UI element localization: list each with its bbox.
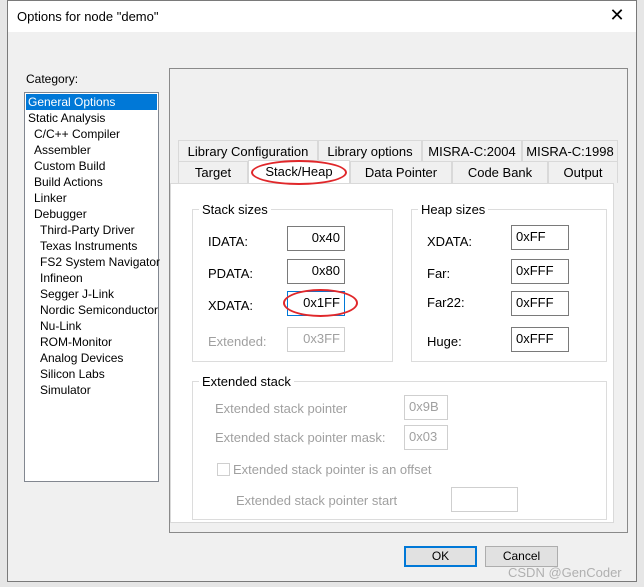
- stack-idata-label: IDATA:: [208, 234, 248, 249]
- category-item[interactable]: Texas Instruments: [26, 238, 157, 254]
- heap-far22-input[interactable]: 0xFFF: [511, 291, 569, 316]
- category-item[interactable]: Segger J-Link: [26, 286, 157, 302]
- category-item[interactable]: Third-Party Driver: [26, 222, 157, 238]
- ext-start-label: Extended stack pointer start: [236, 493, 398, 508]
- stack-xdata-input[interactable]: 0x1FF: [287, 291, 345, 316]
- close-icon[interactable]: ✕: [605, 5, 629, 26]
- tab-misra-1998[interactable]: MISRA-C:1998: [522, 140, 618, 162]
- category-list[interactable]: General Options Static Analysis C/C++ Comp…: [24, 92, 160, 482]
- category-item[interactable]: General Options: [26, 94, 157, 110]
- heap-far-label: Far:: [427, 266, 451, 281]
- ext-mask-label: Extended stack pointer mask:: [215, 430, 386, 445]
- category-label: Category:: [26, 72, 79, 86]
- ext-mask-input: 0x03: [404, 425, 448, 450]
- stack-pdata-label: PDATA:: [208, 266, 254, 281]
- category-item[interactable]: Build Actions: [26, 174, 157, 190]
- category-item[interactable]: Silicon Labs: [26, 366, 157, 382]
- stack-sizes-title: Stack sizes: [199, 202, 271, 217]
- category-item[interactable]: FS2 System Navigator: [26, 254, 160, 270]
- heap-sizes-title: Heap sizes: [418, 202, 489, 217]
- category-item[interactable]: Nu-Link: [26, 318, 157, 334]
- cancel-button[interactable]: Cancel: [485, 546, 558, 567]
- ok-button[interactable]: OK: [404, 546, 477, 567]
- extended-stack-title: Extended stack: [199, 374, 294, 389]
- category-item[interactable]: Infineon: [26, 270, 157, 286]
- tab-code-bank[interactable]: Code Bank: [452, 161, 548, 183]
- stack-extended-label: Extended:: [208, 334, 267, 349]
- tab-misra-2004[interactable]: MISRA-C:2004: [422, 140, 522, 162]
- category-item[interactable]: C/C++ Compiler: [26, 126, 157, 142]
- title-bar: Options for node "demo" ✕: [8, 1, 636, 32]
- ext-offset-checkbox: [217, 463, 230, 476]
- category-item[interactable]: Linker: [26, 190, 157, 206]
- stack-pdata-input[interactable]: 0x80: [287, 259, 345, 284]
- tab-output[interactable]: Output: [548, 161, 618, 183]
- category-item[interactable]: Static Analysis: [26, 110, 157, 126]
- tab-stack-heap[interactable]: Stack/Heap: [248, 160, 350, 183]
- tab-target[interactable]: Target: [178, 161, 248, 183]
- heap-far22-label: Far22:: [427, 295, 465, 310]
- heap-far-input[interactable]: 0xFFF: [511, 259, 569, 284]
- ext-pointer-label: Extended stack pointer: [215, 401, 348, 416]
- stack-extended-input: 0x3FF: [287, 327, 345, 352]
- category-item[interactable]: Custom Build: [26, 158, 157, 174]
- category-item[interactable]: ROM-Monitor: [26, 334, 157, 350]
- category-item[interactable]: Analog Devices: [26, 350, 157, 366]
- heap-xdata-input[interactable]: 0xFF: [511, 225, 569, 250]
- stack-xdata-label: XDATA:: [208, 298, 254, 313]
- ext-start-input: [451, 487, 518, 512]
- stack-idata-input[interactable]: 0x40: [287, 226, 345, 251]
- dialog-title: Options for node "demo": [17, 9, 159, 24]
- heap-huge-label: Huge:: [427, 334, 462, 349]
- category-item[interactable]: Assembler: [26, 142, 157, 158]
- watermark: CSDN @GenCoder: [508, 565, 622, 580]
- category-item[interactable]: Nordic Semiconductor: [26, 302, 158, 318]
- heap-xdata-label: XDATA:: [427, 234, 473, 249]
- heap-huge-input[interactable]: 0xFFF: [511, 327, 569, 352]
- tab-library-options[interactable]: Library options: [318, 140, 422, 162]
- ext-offset-label: Extended stack pointer is an offset: [233, 462, 432, 477]
- category-item[interactable]: Debugger: [26, 206, 157, 222]
- ext-pointer-input: 0x9B: [404, 395, 448, 420]
- tab-data-pointer[interactable]: Data Pointer: [350, 161, 452, 183]
- category-item[interactable]: Simulator: [26, 382, 157, 398]
- tab-library-configuration[interactable]: Library Configuration: [178, 140, 318, 162]
